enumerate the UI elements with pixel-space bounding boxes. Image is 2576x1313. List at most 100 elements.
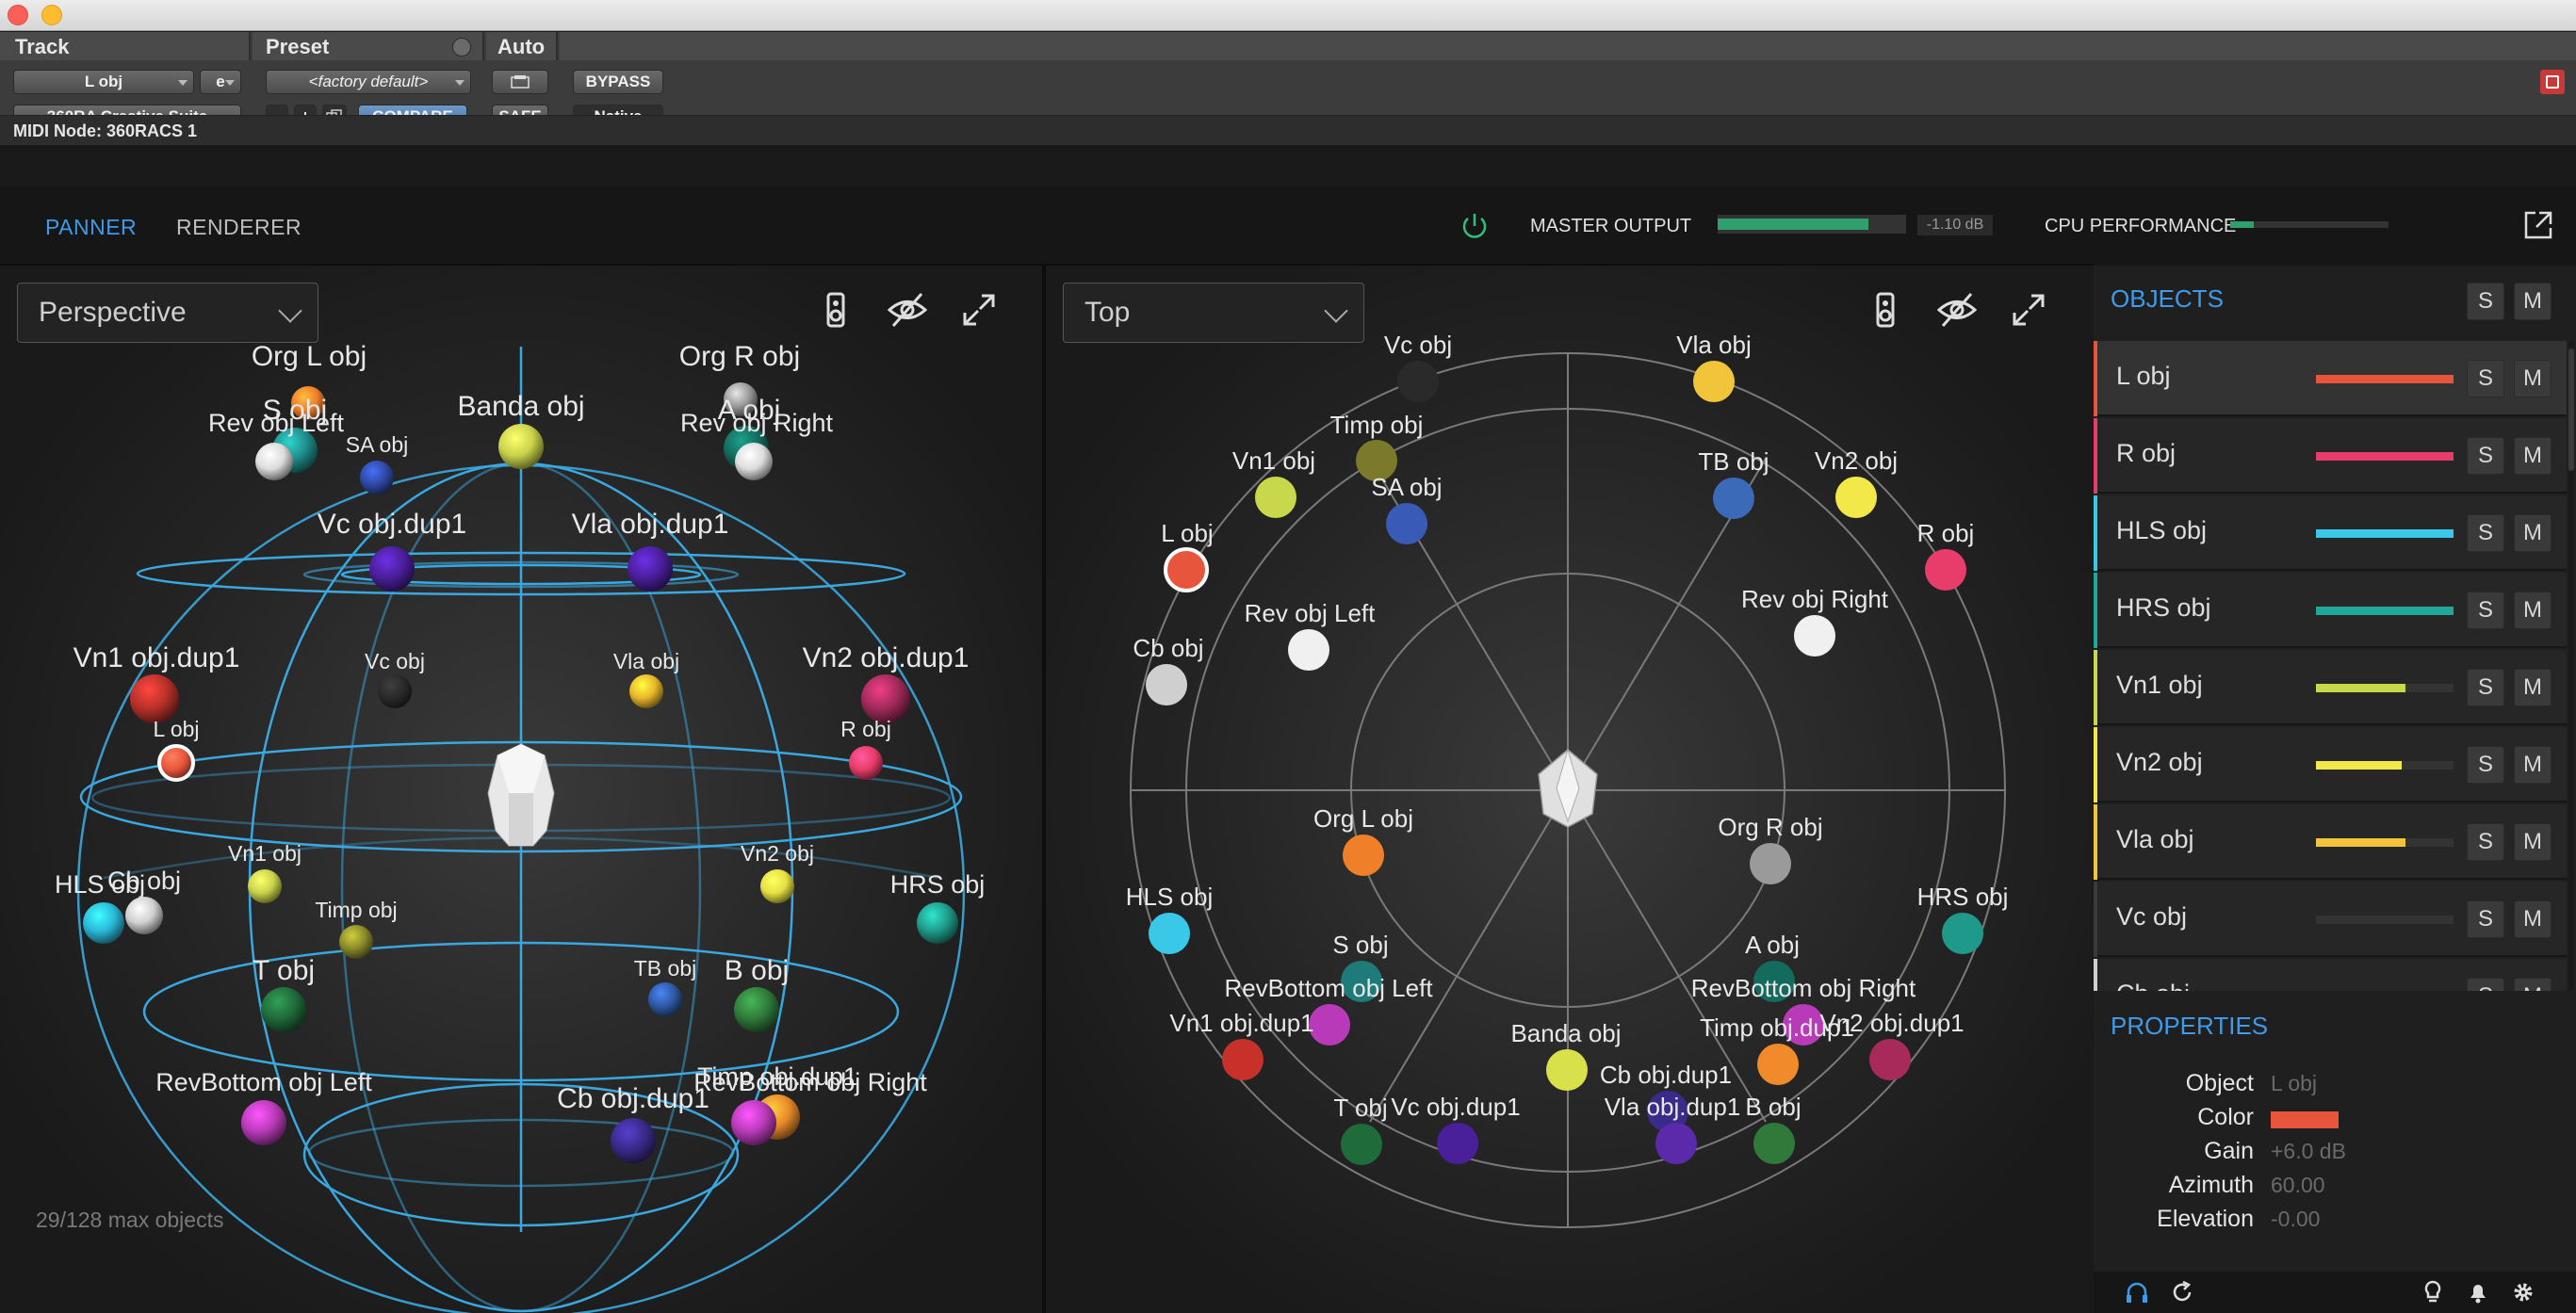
external-window-icon[interactable]	[2522, 209, 2554, 241]
object-dot[interactable]	[1753, 1123, 1795, 1164]
bell-icon[interactable]	[2465, 1279, 2491, 1305]
solo-button[interactable]: S	[2467, 360, 2504, 397]
object-sphere[interactable]	[339, 925, 373, 959]
object-vla-obj-dup1[interactable]: Vla obj.dup1	[572, 509, 729, 592]
speaker-icon[interactable]	[1864, 288, 1907, 332]
property-color-swatch[interactable]	[2271, 1111, 2339, 1128]
object-row-vn1-obj[interactable]: Vn1 obj S M	[2094, 650, 2567, 725]
mute-button[interactable]: M	[2514, 669, 2552, 706]
mute-button[interactable]: M	[2514, 437, 2552, 475]
fullscreen-icon[interactable]	[2007, 288, 2050, 332]
object-sphere[interactable]	[734, 987, 779, 1032]
object-vn2-obj-dup1[interactable]: Vn2 obj.dup1	[803, 642, 970, 723]
object-dot[interactable]	[1343, 835, 1384, 876]
object-revbottom-obj-left[interactable]: RevBottom obj Left	[155, 1068, 372, 1145]
object-dot[interactable]	[1146, 664, 1187, 705]
object-dot[interactable]	[1255, 477, 1296, 518]
speaker-icon[interactable]	[814, 288, 857, 332]
object-dot[interactable]	[1693, 361, 1735, 402]
solo-all-button[interactable]: S	[2467, 283, 2504, 320]
object-sphere[interactable]	[629, 674, 663, 708]
solo-button[interactable]: S	[2467, 669, 2504, 706]
object-hls-obj[interactable]: HLS obj	[1126, 883, 1214, 954]
bypass-button[interactable]: BYPASS	[573, 70, 663, 94]
power-icon[interactable]	[1459, 210, 1491, 242]
track-mode-selector[interactable]: e	[200, 70, 241, 94]
object-vla-obj-dup1[interactable]: Vla obj.dup1	[1605, 1093, 1741, 1164]
plugin-menu-icon[interactable]	[2540, 70, 2565, 94]
object-vla-obj[interactable]: Vla obj	[1676, 331, 1752, 402]
object-vn1-obj[interactable]: Vn1 obj	[1232, 446, 1315, 518]
object-timp-obj[interactable]: Timp obj	[315, 898, 398, 959]
object-rev-obj-left[interactable]: Rev obj Left	[1245, 599, 1377, 671]
object-dot[interactable]	[1925, 549, 1966, 591]
object-org-l-obj[interactable]: Org L obj	[1313, 804, 1413, 876]
solo-button[interactable]: S	[2467, 437, 2504, 475]
fullscreen-icon[interactable]	[957, 288, 1001, 332]
object-row-vc-obj[interactable]: Vc obj S M	[2094, 882, 2567, 957]
object-list-scrollbar[interactable]	[2568, 341, 2574, 991]
object-sphere[interactable]	[255, 443, 293, 480]
object-sphere[interactable]	[261, 987, 306, 1032]
solo-button[interactable]: S	[2467, 746, 2504, 784]
object-sphere[interactable]	[241, 1100, 286, 1145]
object-vn1-obj-dup1[interactable]: Vn1 obj.dup1	[1169, 1009, 1314, 1080]
object-sphere[interactable]	[369, 546, 415, 592]
object-sphere[interactable]	[378, 674, 412, 708]
object-rev-obj-right[interactable]: Rev obj Right	[1741, 585, 1889, 656]
perspective-view-panel[interactable]: Org L obj Org R obj S obj A obj Banda obj Rev…	[0, 266, 1042, 1313]
object-dot[interactable]	[1655, 1123, 1697, 1164]
object-vc-obj[interactable]: Vc obj	[1384, 331, 1452, 402]
object-vc-obj-dup1[interactable]: Vc obj.dup1	[318, 509, 466, 592]
minimize-window-button[interactable]	[41, 5, 62, 25]
object-org-r-obj[interactable]: Org R obj	[1718, 813, 1823, 884]
tab-renderer[interactable]: RENDERER	[176, 215, 302, 240]
object-sphere[interactable]	[731, 1100, 776, 1145]
mute-all-button[interactable]: M	[2514, 283, 2552, 320]
object-sphere[interactable]	[248, 869, 282, 903]
object-l-obj[interactable]: L obj	[153, 717, 200, 782]
preset-selector[interactable]: <factory default>	[266, 70, 471, 94]
object-sphere[interactable]	[83, 902, 124, 944]
solo-button[interactable]: S	[2467, 978, 2504, 991]
mute-button[interactable]: M	[2514, 592, 2552, 629]
object-hrs-obj[interactable]: HRS obj	[1917, 883, 2009, 954]
object-tb-obj[interactable]: TB obj	[1698, 447, 1769, 519]
object-list[interactable]: L obj S M R obj S M HLS obj S M HRS obj S M Vn1 obj S…	[2094, 341, 2567, 991]
solo-button[interactable]: S	[2467, 900, 2504, 938]
track-selector[interactable]: L obj	[13, 70, 194, 94]
solo-button[interactable]: S	[2467, 823, 2504, 861]
object-hrs-obj[interactable]: HRS obj	[890, 870, 986, 944]
mute-button[interactable]: M	[2514, 900, 2552, 938]
object-vla-obj[interactable]: Vla obj	[613, 649, 679, 708]
object-rev-obj-right[interactable]: Rev obj Right	[680, 409, 834, 480]
lightbulb-icon[interactable]	[2420, 1279, 2446, 1305]
object-row-hls-obj[interactable]: HLS obj S M	[2094, 495, 2567, 571]
object-row-cb-obj[interactable]: Cb obj SM	[2094, 959, 2567, 991]
object-sphere[interactable]	[125, 897, 163, 934]
object-dot[interactable]	[1164, 547, 1209, 592]
object-dot[interactable]	[1794, 615, 1835, 656]
tab-panner[interactable]: PANNER	[45, 215, 137, 240]
object-row-l-obj[interactable]: L obj S M	[2094, 341, 2567, 416]
automation-window-button[interactable]	[492, 70, 548, 94]
close-window-button[interactable]	[8, 5, 28, 25]
object-dot[interactable]	[1309, 1004, 1350, 1046]
object-dot[interactable]	[1546, 1049, 1588, 1091]
object-sphere[interactable]	[360, 461, 394, 494]
object-dot[interactable]	[1222, 1039, 1264, 1080]
solo-button[interactable]: S	[2467, 592, 2504, 629]
object-b-obj[interactable]: B obj	[1745, 1093, 1802, 1164]
object-timp-obj[interactable]: Timp obj	[1330, 411, 1424, 481]
mute-button[interactable]: M	[2514, 978, 2552, 991]
object-dot[interactable]	[1149, 913, 1190, 954]
object-t-obj[interactable]: T obj	[253, 955, 315, 1032]
object-vn2-obj[interactable]: Vn2 obj	[741, 841, 814, 903]
property-gain-value[interactable]: +6.0 dB	[2271, 1139, 2346, 1164]
object-sphere[interactable]	[498, 424, 544, 469]
object-cb-obj[interactable]: Cb obj	[1133, 634, 1204, 705]
object-dot[interactable]	[1869, 1039, 1911, 1080]
object-t-obj[interactable]: T obj	[1333, 1094, 1388, 1165]
top-view-circle[interactable]: Vc obj Vla obj Timp obj Vn1 obj SA obj TB obj…	[1046, 266, 2092, 1313]
object-dot[interactable]	[1942, 913, 1983, 954]
